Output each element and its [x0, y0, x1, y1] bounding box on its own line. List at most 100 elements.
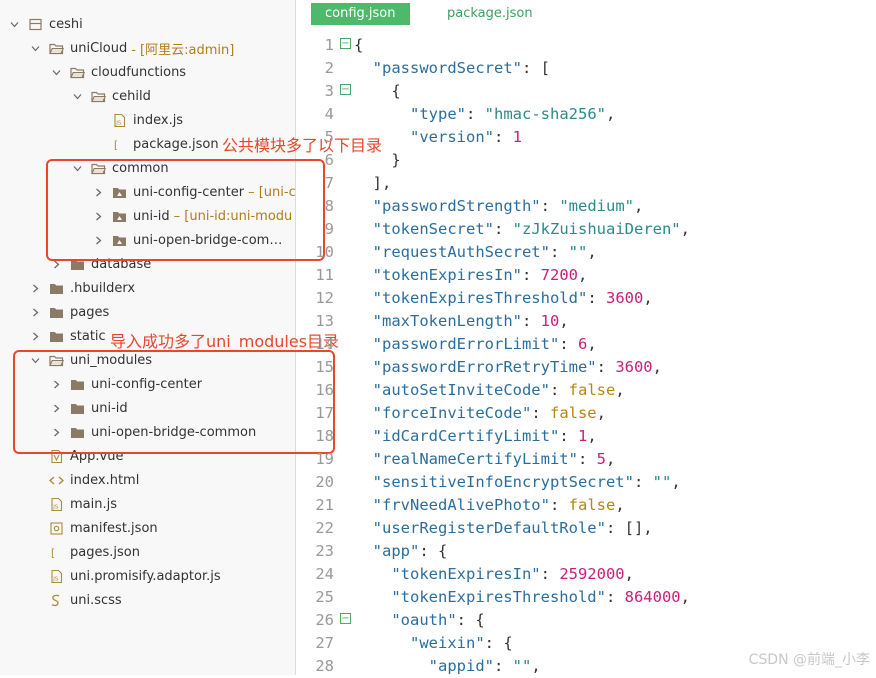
tree-item-label: static	[70, 328, 106, 344]
line-number: 10	[315, 243, 334, 261]
json-punctuation	[354, 128, 410, 146]
json-number: 1	[512, 128, 523, 146]
code-content: "tokenExpiresThreshold": 3600,	[354, 287, 653, 310]
code-line[interactable]: 1−{	[296, 34, 876, 57]
line-number: 7	[324, 174, 334, 192]
code-line[interactable]: 14 "passwordErrorLimit": 6,	[296, 333, 876, 356]
tree-item-label: pages.json	[70, 544, 140, 560]
tree-item-cehild[interactable]: cehild	[0, 84, 295, 108]
json-punctuation	[354, 427, 373, 445]
json-punctuation	[354, 565, 391, 583]
code-line[interactable]: 13 "maxTokenLength": 10,	[296, 310, 876, 333]
line-number: 24	[315, 565, 334, 583]
json-key: "realNameCertifyLimit"	[372, 450, 578, 468]
annotation-box-common	[46, 159, 325, 261]
code-line[interactable]: 25 "tokenExpiresThreshold": 864000,	[296, 586, 876, 609]
chevron-down-icon[interactable]	[8, 18, 20, 30]
code-line[interactable]: 23 "app": {	[296, 540, 876, 563]
js-file-icon: JS	[49, 569, 64, 583]
json-punctuation: :	[559, 427, 578, 445]
code-line[interactable]: 26− "oauth": {	[296, 609, 876, 632]
json-number: 5	[596, 450, 606, 468]
json-key: "tokenExpiresIn"	[372, 266, 522, 284]
code-line[interactable]: 2 "passwordSecret": [	[296, 57, 876, 80]
code-line[interactable]: 15 "passwordErrorRetryTime": 3600,	[296, 356, 876, 379]
folder-icon	[49, 305, 64, 319]
code-line[interactable]: 8 "passwordStrength": "medium",	[296, 195, 876, 218]
json-string: ""	[512, 657, 532, 675]
tree-item-pages[interactable]: pages	[0, 300, 295, 324]
json-punctuation	[354, 335, 373, 353]
scss-file-icon	[49, 593, 64, 607]
json-number: 1	[577, 427, 588, 445]
code-content: "userRegisterDefaultRole": [],	[354, 517, 653, 540]
tree-item-hbuilderx[interactable]: .hbuilderx	[0, 276, 295, 300]
tree-item-cloudfunctions[interactable]: cloudfunctions	[0, 60, 295, 84]
tab-config-json[interactable]: config.json	[311, 3, 410, 25]
json-punctuation: }	[354, 151, 401, 169]
code-line[interactable]: 6 }	[296, 149, 876, 172]
code-line[interactable]: 21 "frvNeedAlivePhoto": false,	[296, 494, 876, 517]
tree-item-pages-json[interactable]: [ ] pages.json	[0, 540, 295, 564]
json-punctuation	[354, 519, 373, 537]
code-line[interactable]: 19 "realNameCertifyLimit": 5,	[296, 448, 876, 471]
json-punctuation: :	[493, 657, 513, 675]
json-boolean: false	[568, 496, 616, 514]
fold-toggle-icon[interactable]: −	[340, 84, 351, 95]
code-line[interactable]: 5 "version": 1	[296, 126, 876, 149]
tree-item-unicloud[interactable]: uniCloud - [阿里云:admin]	[0, 36, 295, 60]
code-line[interactable]: 7 ],	[296, 172, 876, 195]
json-key: "tokenExpiresThreshold"	[391, 588, 606, 606]
tree-item-main-js[interactable]: JS main.js	[0, 492, 295, 516]
json-punctuation: {	[354, 82, 401, 100]
watermark: CSDN @前端_小李	[748, 652, 870, 668]
code-content: "passwordStrength": "medium",	[354, 195, 644, 218]
code-content: "requestAuthSecret": "",	[354, 241, 597, 264]
fold-toggle-icon[interactable]: −	[340, 38, 351, 49]
chevron-down-icon[interactable]	[29, 42, 41, 54]
fold-toggle-icon[interactable]: −	[340, 613, 351, 624]
code-content: "tokenExpiresIn": 7200,	[354, 264, 588, 287]
tree-item-suffix: - [阿里云:admin]	[131, 42, 235, 58]
code-line[interactable]: 20 "sensitiveInfoEncryptSecret": "",	[296, 471, 876, 494]
code-line[interactable]: 9 "tokenSecret": "zJkZuishuaiDeren",	[296, 218, 876, 241]
code-line[interactable]: 10 "requestAuthSecret": "",	[296, 241, 876, 264]
tree-item-uni-scss[interactable]: uni.scss	[0, 588, 295, 612]
json-punctuation: :	[605, 588, 625, 606]
code-line[interactable]: 22 "userRegisterDefaultRole": [],	[296, 517, 876, 540]
code-content: "app": {	[354, 540, 448, 563]
code-line[interactable]: 16 "autoSetInviteCode": false,	[296, 379, 876, 402]
chevron-right-icon[interactable]	[29, 282, 41, 294]
tree-item-uni-promisify-adaptor-js[interactable]: JS uni.promisify.adaptor.js	[0, 564, 295, 588]
json-punctuation: : {	[484, 634, 513, 652]
code-line[interactable]: 4 "type": "hmac-sha256",	[296, 103, 876, 126]
line-number: 9	[324, 220, 334, 238]
code-content: "passwordErrorRetryTime": 3600,	[354, 356, 662, 379]
code-line[interactable]: 3− {	[296, 80, 876, 103]
tree-item-ceshi[interactable]: ceshi	[0, 12, 295, 36]
code-line[interactable]: 11 "tokenExpiresIn": 7200,	[296, 264, 876, 287]
code-line[interactable]: 12 "tokenExpiresThreshold": 3600,	[296, 287, 876, 310]
line-number: 16	[315, 381, 334, 399]
code-line[interactable]: 18 "idCardCertifyLimit": 1,	[296, 425, 876, 448]
tree-item-index-js[interactable]: JS index.js	[0, 108, 295, 132]
svg-text:JS: JS	[52, 576, 59, 582]
code-line[interactable]: 17 "forceInviteCode": false,	[296, 402, 876, 425]
line-number: 3	[324, 82, 334, 100]
chevron-right-icon[interactable]	[29, 306, 41, 318]
json-number: 3600	[605, 289, 644, 307]
code-content: "oauth": {	[354, 609, 484, 632]
folder-open-icon	[49, 41, 64, 55]
json-punctuation: :	[559, 335, 578, 353]
code-line[interactable]: 24 "tokenExpiresIn": 2592000,	[296, 563, 876, 586]
chevron-down-icon[interactable]	[71, 90, 83, 102]
json-punctuation	[354, 358, 373, 376]
chevron-down-icon[interactable]	[50, 66, 62, 78]
tab-package-json[interactable]: package.json	[433, 3, 547, 25]
tree-item-index-html[interactable]: index.html	[0, 468, 295, 492]
json-punctuation: ,	[615, 496, 625, 514]
folder-icon	[49, 281, 64, 295]
tree-item-manifest-json[interactable]: manifest.json	[0, 516, 295, 540]
json-punctuation: ,	[615, 381, 625, 399]
chevron-right-icon[interactable]	[29, 330, 41, 342]
